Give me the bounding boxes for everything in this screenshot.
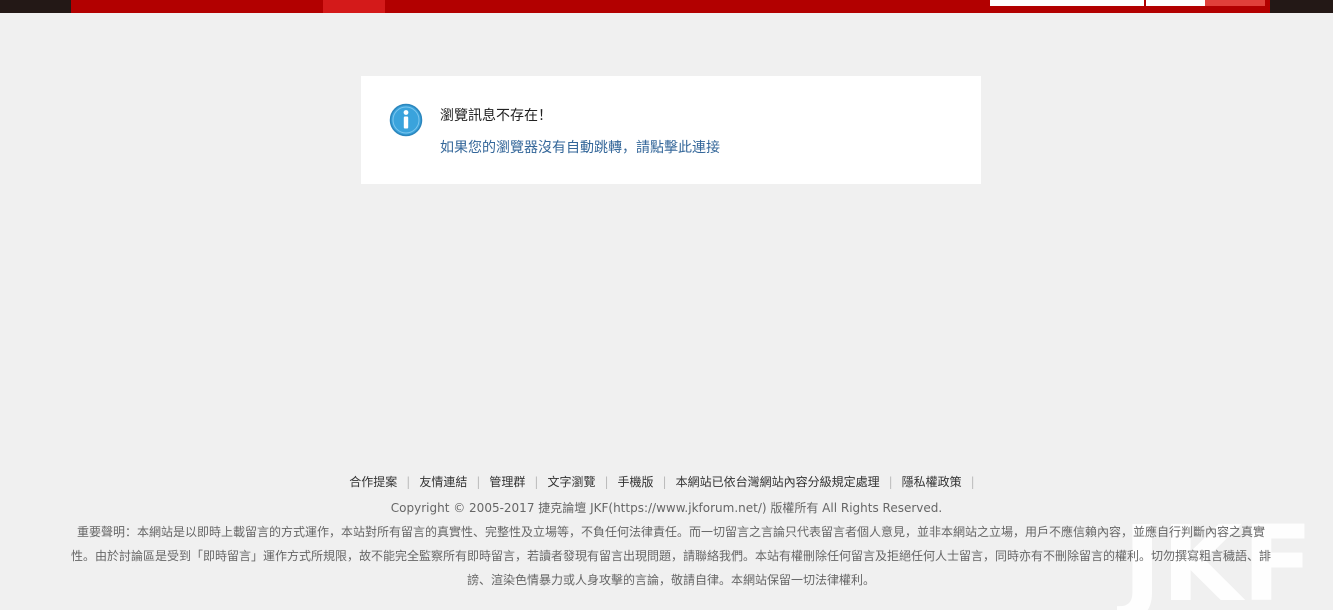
- footer-separator: |: [662, 475, 667, 489]
- top-navbar: [0, 0, 1333, 13]
- footer-link-text-view[interactable]: 文字瀏覽: [547, 475, 595, 489]
- top-navbar-active-tab[interactable]: [323, 0, 385, 13]
- footer-separator: |: [476, 475, 481, 489]
- disclaimer-text: 重要聲明：本網站是以即時上載留言的方式運作，本站對所有留言的真實性、完整性及立場…: [70, 525, 1271, 587]
- top-search-input[interactable]: [990, 0, 1144, 6]
- info-icon: [389, 103, 423, 137]
- footer-link-admins[interactable]: 管理群: [489, 475, 525, 489]
- footer-separator: |: [406, 475, 411, 489]
- footer-links: 合作提案 | 友情連結 | 管理群 | 文字瀏覽 | 手機版 | 本網站已依台灣網站內容分級規定處理…: [0, 473, 1333, 490]
- top-search-type-select[interactable]: [1146, 0, 1205, 6]
- footer-separator: |: [534, 475, 539, 489]
- redirect-link[interactable]: 如果您的瀏覽器沒有自動跳轉，請點擊此連接: [440, 137, 720, 157]
- footer-link-cooperation[interactable]: 合作提案: [349, 475, 397, 489]
- footer-separator: |: [604, 475, 609, 489]
- footer-separator: |: [970, 475, 975, 489]
- footer-link-rating[interactable]: 本網站已依台灣網站內容分級規定處理: [676, 475, 880, 489]
- footer-separator: |: [888, 475, 893, 489]
- message-box: 瀏覽訊息不存在！ 如果您的瀏覽器沒有自動跳轉，請點擊此連接: [361, 76, 981, 184]
- footer-link-mobile[interactable]: 手機版: [618, 475, 654, 489]
- message-title: 瀏覽訊息不存在！: [440, 108, 552, 124]
- footer-link-privacy[interactable]: 隱私權政策: [902, 475, 962, 489]
- footer-link-friends[interactable]: 友情連結: [419, 475, 467, 489]
- top-search-button[interactable]: [1205, 0, 1265, 6]
